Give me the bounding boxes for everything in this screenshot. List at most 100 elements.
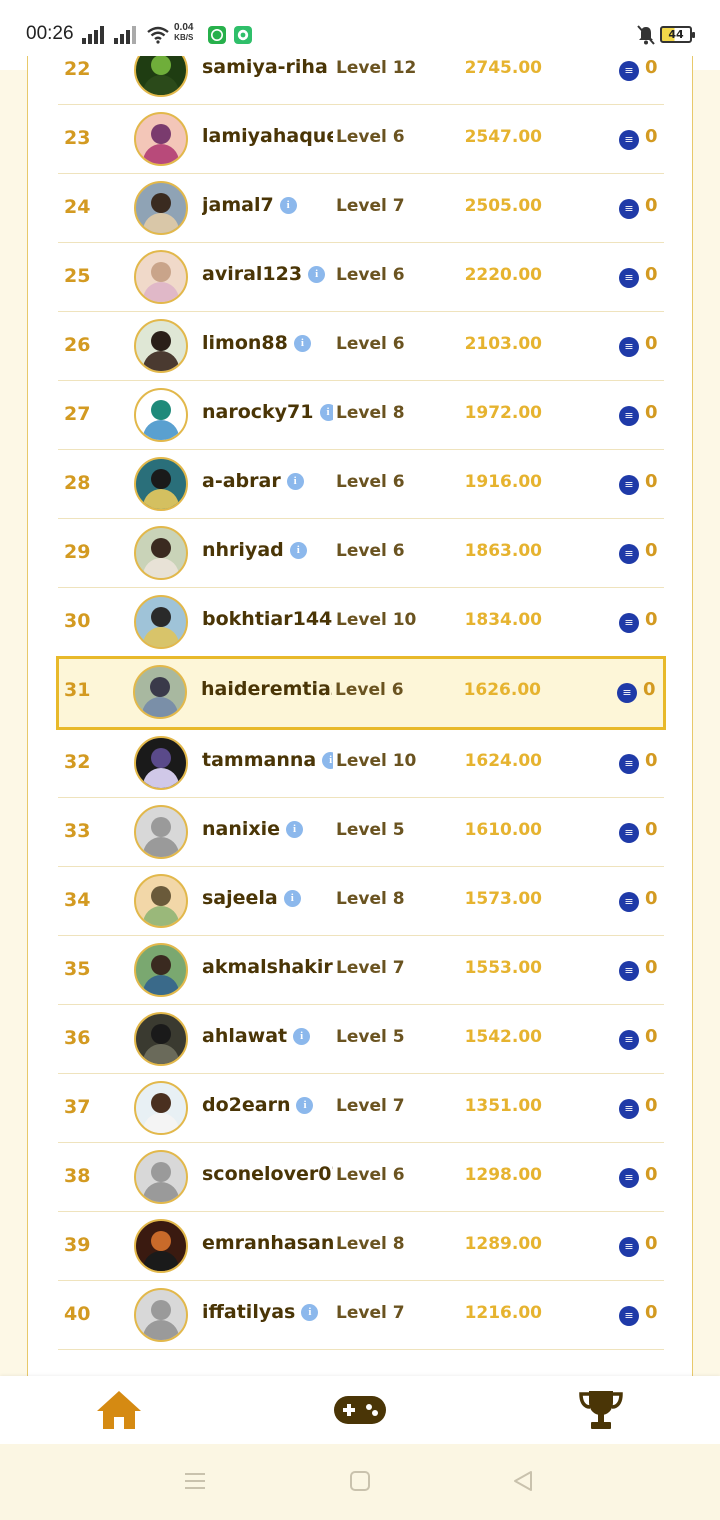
- leaderboard-row[interactable]: 22 samiya-rihaiLevel 12 2745.00 ≡ 0: [58, 56, 664, 105]
- back-icon[interactable]: [512, 1470, 534, 1492]
- info-icon[interactable]: i: [289, 541, 307, 559]
- info-icon[interactable]: i: [296, 1096, 314, 1114]
- leaderboard-list[interactable]: 22samiya-rihaiLevel 122745.00≡023lamiyah…: [56, 56, 666, 1350]
- avatar[interactable]: [134, 595, 188, 649]
- info-icon[interactable]: i: [293, 334, 311, 352]
- username-cell[interactable]: haideremtiazi: [201, 678, 332, 706]
- avatar[interactable]: [134, 56, 188, 97]
- nav-home-button[interactable]: [89, 1386, 149, 1434]
- avatar[interactable]: [134, 457, 188, 511]
- steem-coin-icon: ≡: [619, 613, 639, 633]
- username-cell[interactable]: nhriyad i: [202, 539, 333, 567]
- leaderboard-row-current-user[interactable]: 31 haideremtiaziLevel 6 1626.00 ≡ 0: [56, 656, 666, 730]
- username-cell[interactable]: bokhtiar1444i: [202, 608, 333, 636]
- username[interactable]: bokhtiar1444: [202, 608, 333, 630]
- leaderboard-row[interactable]: 29 nhriyad i Level 6 1863.00 ≡ 0: [58, 519, 664, 588]
- leaderboard-row[interactable]: 27 narocky71 i Level 8 1972.00 ≡ 0: [58, 381, 664, 450]
- username-cell[interactable]: samiya-rihai: [202, 56, 333, 84]
- leaderboard-row[interactable]: 23 lamiyahaqueiLevel 6 2547.00 ≡ 0: [58, 105, 664, 174]
- username-cell[interactable]: iffatilyas i: [202, 1301, 333, 1329]
- username[interactable]: a-abrar: [202, 470, 281, 492]
- leaderboard-row[interactable]: 26 limon88 i Level 6 2103.00 ≡ 0: [58, 312, 664, 381]
- leaderboard-row[interactable]: 32 tammanna i Level 10 1624.00 ≡ 0: [58, 729, 664, 798]
- username[interactable]: sconelover07: [202, 1163, 333, 1185]
- nav-leaderboard-button[interactable]: [571, 1386, 631, 1434]
- username-cell[interactable]: narocky71 i: [202, 401, 333, 429]
- username-cell[interactable]: do2earn i: [202, 1094, 333, 1122]
- avatar[interactable]: [134, 1288, 188, 1342]
- menu-icon[interactable]: [184, 1470, 206, 1492]
- user-level: Level 7: [336, 196, 405, 216]
- username[interactable]: ahlawat: [202, 1025, 287, 1047]
- avatar[interactable]: [134, 1012, 188, 1066]
- username[interactable]: haideremtiaz: [201, 678, 332, 700]
- avatar[interactable]: [134, 250, 188, 304]
- leaderboard-row[interactable]: 35 akmalshakiriLevel 7 1553.00 ≡ 0: [58, 936, 664, 1005]
- username-cell[interactable]: sajeela i: [202, 887, 333, 915]
- leaderboard-row[interactable]: 40 iffatilyas i Level 7 1216.00 ≡ 0: [58, 1281, 664, 1350]
- nav-games-button[interactable]: [330, 1386, 390, 1434]
- info-icon[interactable]: i: [322, 751, 333, 769]
- info-icon[interactable]: i: [293, 1027, 311, 1045]
- leaderboard-row[interactable]: 25 aviral123 i Level 6 2220.00 ≡ 0: [58, 243, 664, 312]
- username[interactable]: aviral123: [202, 263, 302, 285]
- avatar[interactable]: [134, 1150, 188, 1204]
- leaderboard-row[interactable]: 39 emranhasaniLevel 8 1289.00 ≡ 0: [58, 1212, 664, 1281]
- username-cell[interactable]: nanixie i: [202, 818, 333, 846]
- username[interactable]: jamal7: [202, 194, 274, 216]
- username[interactable]: tammanna: [202, 749, 316, 771]
- username-cell[interactable]: tammanna i: [202, 749, 333, 777]
- username-cell[interactable]: aviral123 i: [202, 263, 333, 291]
- avatar[interactable]: [134, 112, 188, 166]
- username[interactable]: limon88: [202, 332, 288, 354]
- leaderboard-row[interactable]: 33 nanixie i Level 5 1610.00 ≡ 0: [58, 798, 664, 867]
- info-icon[interactable]: i: [308, 265, 326, 283]
- leaderboard-row[interactable]: 30 bokhtiar1444iLevel 10 1834.00 ≡ 0: [58, 588, 664, 657]
- leaderboard-row[interactable]: 36 ahlawat i Level 5 1542.00 ≡ 0: [58, 1005, 664, 1074]
- username[interactable]: samiya-riha: [202, 56, 328, 78]
- username[interactable]: lamiyahaque: [202, 125, 333, 147]
- username[interactable]: akmalshakir: [202, 956, 333, 978]
- info-icon[interactable]: i: [301, 1303, 319, 1321]
- username-cell[interactable]: lamiyahaquei: [202, 125, 333, 153]
- username-cell[interactable]: emranhasani: [202, 1232, 333, 1260]
- leaderboard-row[interactable]: 37 do2earn i Level 7 1351.00 ≡ 0: [58, 1074, 664, 1143]
- username-cell[interactable]: ahlawat i: [202, 1025, 333, 1053]
- info-icon[interactable]: i: [286, 820, 304, 838]
- username[interactable]: sajeela: [202, 887, 278, 909]
- leaderboard-panel[interactable]: 22samiya-rihaiLevel 122745.00≡023lamiyah…: [27, 56, 693, 1386]
- leaderboard-row[interactable]: 38 sconelover07iLevel 6 1298.00 ≡ 0: [58, 1143, 664, 1212]
- username[interactable]: do2earn: [202, 1094, 290, 1116]
- leaderboard-row[interactable]: 34 sajeela i Level 8 1573.00 ≡ 0: [58, 867, 664, 936]
- username[interactable]: emranhasan: [202, 1232, 333, 1254]
- username-cell[interactable]: akmalshakiri: [202, 956, 333, 984]
- avatar-body: [143, 906, 179, 926]
- username[interactable]: nhriyad: [202, 539, 284, 561]
- info-icon[interactable]: i: [279, 196, 297, 214]
- username[interactable]: nanixie: [202, 818, 280, 840]
- avatar[interactable]: [134, 1219, 188, 1273]
- avatar-head: [151, 607, 171, 627]
- username-cell[interactable]: sconelover07i: [202, 1163, 333, 1191]
- avatar[interactable]: [134, 874, 188, 928]
- avatar[interactable]: [134, 736, 188, 790]
- info-icon[interactable]: i: [286, 472, 304, 490]
- avatar[interactable]: [134, 319, 188, 373]
- username[interactable]: narocky71: [202, 401, 314, 423]
- avatar[interactable]: [134, 1081, 188, 1135]
- avatar[interactable]: [134, 181, 188, 235]
- avatar[interactable]: [134, 805, 188, 859]
- info-icon[interactable]: i: [319, 403, 333, 421]
- avatar[interactable]: [133, 665, 187, 719]
- home-square-icon[interactable]: [349, 1470, 371, 1492]
- username[interactable]: iffatilyas: [202, 1301, 295, 1323]
- avatar[interactable]: [134, 526, 188, 580]
- leaderboard-row[interactable]: 28 a-abrar i Level 6 1916.00 ≡ 0: [58, 450, 664, 519]
- username-cell[interactable]: a-abrar i: [202, 470, 333, 498]
- info-icon[interactable]: i: [283, 889, 301, 907]
- username-cell[interactable]: jamal7 i: [202, 194, 333, 222]
- username-cell[interactable]: limon88 i: [202, 332, 333, 360]
- avatar[interactable]: [134, 388, 188, 442]
- leaderboard-row[interactable]: 24 jamal7 i Level 7 2505.00 ≡ 0: [58, 174, 664, 243]
- avatar[interactable]: [134, 943, 188, 997]
